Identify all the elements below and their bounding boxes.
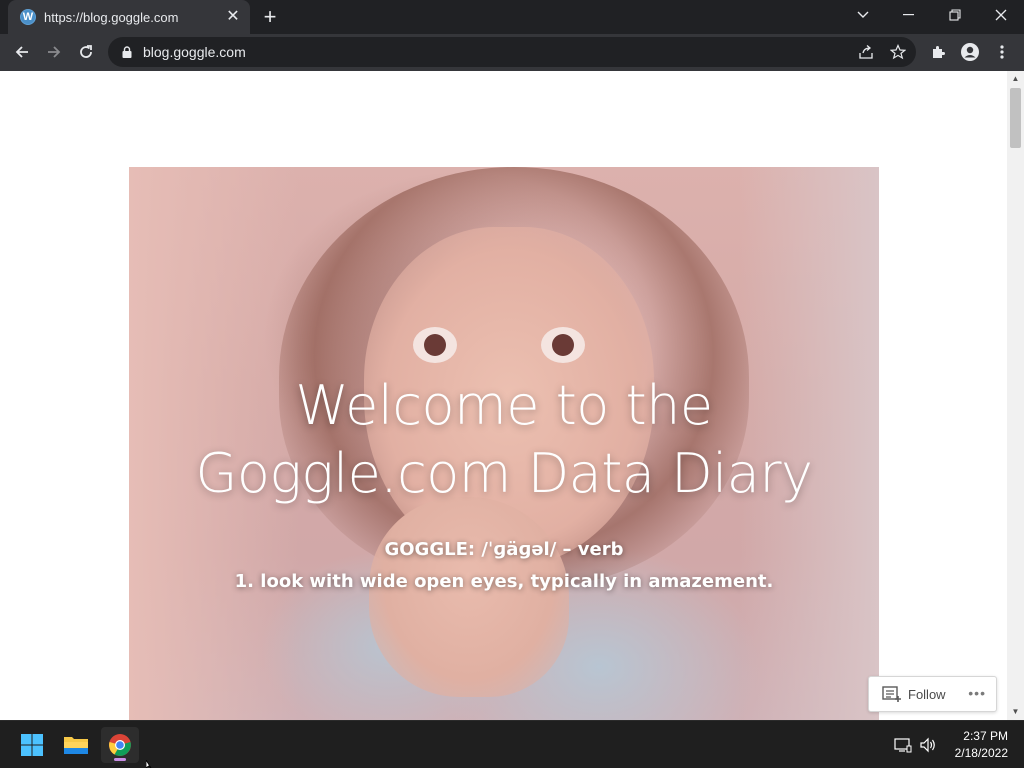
forward-button[interactable]	[40, 38, 68, 66]
follow-icon[interactable]	[882, 685, 902, 703]
vertical-scrollbar[interactable]: ▲ ▼	[1007, 71, 1024, 720]
active-indicator	[114, 758, 126, 761]
scroll-thumb[interactable]	[1010, 88, 1021, 148]
network-icon	[894, 738, 912, 753]
kebab-menu-icon	[1000, 45, 1004, 59]
share-button[interactable]	[856, 42, 876, 62]
clock-date: 2/18/2022	[954, 746, 1008, 760]
close-icon	[995, 9, 1007, 21]
wordpress-icon: W	[20, 9, 36, 25]
bookmark-button[interactable]	[888, 42, 908, 62]
tagline-line1: GOGGLE: /ˈɡäɡəl/ – verb	[384, 539, 624, 560]
tagline-line2: 1. look with wide open eyes, typically i…	[234, 571, 774, 592]
scroll-down-arrow-icon[interactable]: ▼	[1007, 704, 1024, 720]
menu-button[interactable]	[988, 38, 1016, 66]
mouse-cursor-icon	[146, 760, 152, 768]
site-title: Welcome to the Goggle.com Data Diary	[129, 372, 879, 508]
back-button[interactable]	[8, 38, 36, 66]
hero-image: Welcome to the Goggle.com Data Diary GOG…	[129, 167, 879, 720]
arrow-left-icon	[15, 46, 28, 58]
chevron-down-icon	[857, 11, 869, 18]
reload-button[interactable]	[72, 38, 100, 66]
new-tab-button[interactable]: +	[258, 6, 282, 28]
address-bar[interactable]: blog.goggle.com	[108, 37, 916, 67]
follow-widget: Follow •••	[868, 676, 997, 712]
restore-button[interactable]	[932, 0, 978, 30]
restore-icon	[949, 9, 961, 21]
clock-time: 2:37 PM	[963, 729, 1008, 743]
puzzle-icon	[933, 46, 945, 58]
folder-icon	[64, 737, 88, 754]
reload-icon	[80, 45, 92, 58]
more-options-icon[interactable]: •••	[968, 685, 986, 701]
hero-text: Welcome to the Goggle.com Data Diary GOG…	[129, 167, 879, 720]
follow-button[interactable]: Follow	[908, 687, 946, 702]
star-icon	[890, 44, 906, 60]
file-explorer-button[interactable]	[57, 727, 95, 763]
system-clock[interactable]: 2:37 PM 2/18/2022	[938, 728, 1008, 762]
chrome-icon	[109, 734, 131, 756]
url-text: blog.goggle.com	[143, 44, 246, 60]
speaker-icon	[920, 737, 935, 753]
browser-tab[interactable]: W https://blog.goggle.com ✕	[8, 0, 250, 34]
minimize-icon	[903, 14, 914, 16]
arrow-right-icon	[48, 46, 61, 58]
close-tab-icon[interactable]: ✕	[224, 8, 242, 26]
extensions-button[interactable]	[924, 38, 952, 66]
tab-strip: W https://blog.goggle.com ✕ +	[0, 0, 1024, 34]
tab-title: https://blog.goggle.com	[44, 9, 179, 25]
lock-icon	[122, 46, 132, 58]
page-viewport: Welcome to the Goggle.com Data Diary GOG…	[0, 71, 1024, 720]
tab-search-button[interactable]	[840, 0, 886, 30]
profile-button[interactable]	[956, 38, 984, 66]
site-title-line1: Welcome to the	[295, 374, 713, 437]
close-window-button[interactable]	[978, 0, 1024, 30]
chrome-taskbar-button[interactable]	[101, 727, 139, 763]
share-icon	[859, 45, 873, 59]
browser-toolbar: blog.goggle.com	[0, 34, 1024, 71]
minimize-button[interactable]	[886, 0, 932, 30]
scroll-up-arrow-icon[interactable]: ▲	[1007, 71, 1024, 87]
start-button[interactable]	[13, 727, 51, 763]
windows-icon	[21, 734, 43, 756]
avatar-icon	[961, 43, 979, 61]
network-tray-button[interactable]	[893, 735, 913, 755]
volume-tray-button[interactable]	[918, 735, 938, 755]
site-title-line2: Goggle.com Data Diary	[195, 442, 813, 505]
